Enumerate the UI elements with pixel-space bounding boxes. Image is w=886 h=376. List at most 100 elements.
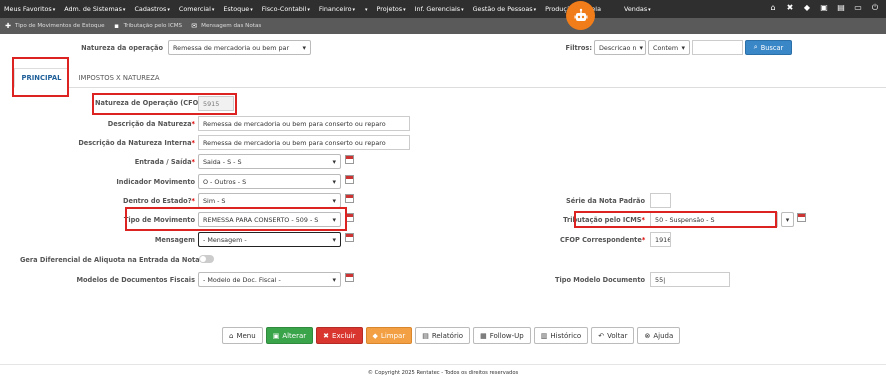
- power-icon[interactable]: ⏻: [870, 3, 880, 13]
- plus-icon: ✚: [5, 22, 11, 30]
- menu-projetos[interactable]: Projetos▾: [377, 5, 406, 13]
- menu-cadastros[interactable]: Cadastros▾: [134, 5, 169, 13]
- mensagem-select[interactable]: - Mensagem - ▾: [198, 232, 341, 247]
- tributacao-icms-dropdown[interactable]: ▾: [781, 212, 794, 227]
- main-menu: Meus Favoritos▾ Adm. de Sistemas▾ Cadast…: [0, 5, 660, 13]
- search-button[interactable]: ⌕ Buscar: [745, 40, 792, 55]
- back-arrow-icon: ↶: [598, 331, 605, 340]
- search-icon: ⌕: [753, 43, 758, 51]
- ajuda-button[interactable]: ⊗ Ajuda: [637, 327, 681, 344]
- chevron-down-icon: ▾: [681, 43, 685, 52]
- natureza-operacao-label: Natureza da operação: [81, 44, 163, 52]
- diferencial-aliquota-toggle[interactable]: [199, 255, 214, 263]
- descricao-natureza-input[interactable]: Remessa de mercadoria ou bem para conser…: [198, 116, 410, 131]
- natureza-operacao-select[interactable]: Remessa de mercadoria ou bem par ▾: [168, 40, 311, 55]
- chevron-down-icon: ▾: [332, 196, 336, 205]
- followup-button[interactable]: ▦ Follow-Up: [473, 327, 531, 344]
- action-bar: ⌂ Menu ▣ Alterar ✖ Excluir ◆ Limpar ▤ Relatór…: [222, 327, 681, 344]
- descricao-natureza-label: Descrição da Natureza*: [107, 120, 195, 128]
- chevron-down-icon: ▾: [332, 275, 336, 284]
- voltar-button[interactable]: ↶ Voltar: [591, 327, 635, 344]
- descricao-interna-label: Descrição da Natureza Interna*: [78, 139, 195, 147]
- menu-adm-sistemas[interactable]: Adm. de Sistemas▾: [64, 5, 125, 13]
- save-icon: ▣: [272, 331, 280, 340]
- shortcut-tributacao-icms[interactable]: ▪ Tributação pelo ICMS: [113, 22, 182, 30]
- serie-nota-input[interactable]: [650, 193, 671, 208]
- modelos-documentos-select[interactable]: - Modelo de Doc. Fiscal - ▾: [198, 272, 341, 287]
- menu-extra[interactable]: ▾: [364, 5, 368, 13]
- serie-nota-label: Série da Nota Padrão: [566, 197, 645, 205]
- panel-icon[interactable]: ▤: [836, 3, 846, 13]
- chevron-down-icon: ▾: [639, 43, 644, 52]
- highlight-tab-principal: [12, 57, 69, 97]
- alterar-button[interactable]: ▣ Alterar: [265, 327, 314, 344]
- limpar-button[interactable]: ◆ Limpar: [365, 327, 413, 344]
- filter-text-input[interactable]: [692, 40, 743, 55]
- assistant-robot-button[interactable]: [566, 1, 595, 30]
- card-icon[interactable]: ▭: [853, 3, 863, 13]
- tab-impostos-natureza[interactable]: IMPOSTOS X NATUREZA: [74, 68, 164, 88]
- shortcut-mensagem-notas[interactable]: ✉ Mensagem das Notas: [190, 22, 261, 30]
- diferencial-aliquota-label: Gera Diferencial de Aliquota na Entrada …: [20, 256, 204, 264]
- highlight-tributacao-icms: [574, 211, 777, 228]
- home-icon[interactable]: ⌂: [768, 3, 778, 13]
- chevron-down-icon: ▾: [302, 43, 306, 52]
- help-icon: ⊗: [644, 331, 651, 340]
- eraser-icon: ◆: [372, 331, 378, 340]
- chevron-down-icon: ▾: [332, 157, 336, 166]
- report-icon: ▤: [422, 331, 429, 340]
- filter-operator-select[interactable]: Contem ▾: [648, 40, 690, 55]
- footer-copyright: © Copyright 2025 Rentatec - Todos os dir…: [367, 370, 519, 376]
- calendar-icon[interactable]: [345, 273, 354, 282]
- menu-comercial[interactable]: Comercial▾: [179, 5, 215, 13]
- chevron-down-icon: ▾: [785, 215, 790, 224]
- entrada-saida-select[interactable]: Saida - S - S ▾: [198, 154, 341, 169]
- tab-bar: PRINCIPAL IMPOSTOS X NATUREZA: [14, 68, 886, 88]
- menu-fisco-contabil[interactable]: Fisco-Contabil▾: [262, 5, 310, 13]
- highlight-tipo-movimento: [125, 207, 347, 231]
- link-icon: ▪: [114, 22, 119, 30]
- calendar-icon[interactable]: [345, 194, 354, 203]
- calendar-icon[interactable]: [345, 175, 354, 184]
- filtros-label: Filtros:: [565, 44, 592, 52]
- window-icon[interactable]: ▣: [819, 3, 829, 13]
- calendar-icon[interactable]: [345, 155, 354, 164]
- indicador-movimento-select[interactable]: O - Outros - S ▾: [198, 174, 341, 189]
- chevron-down-icon: ▾: [332, 177, 336, 186]
- robot-icon: [574, 8, 587, 21]
- indicador-movimento-label: Indicador Movimento: [116, 178, 195, 186]
- descricao-interna-input[interactable]: Remessa de mercadoria ou bem para conser…: [198, 135, 410, 150]
- filter-field-select[interactable]: Descricao n ▾: [594, 40, 646, 55]
- menu-button[interactable]: ⌂ Menu: [222, 327, 263, 344]
- calendar-icon[interactable]: [345, 233, 354, 242]
- mensagem-label: Mensagem: [154, 236, 195, 244]
- footer-divider: [0, 364, 886, 365]
- menu-vendas[interactable]: Vendas▾: [624, 5, 651, 13]
- highlight-cfop: [92, 93, 237, 115]
- cfop-correspondente-input[interactable]: 1916: [650, 232, 671, 247]
- top-icons: ⌂ ✖ ◆ ▣ ▤ ▭ ⏻: [768, 3, 880, 13]
- cfop-correspondente-label: CFOP Correspondente*: [560, 236, 646, 244]
- menu-inf-gerenciais[interactable]: Inf. Gerenciais▾: [415, 5, 464, 13]
- close-icon: ✖: [323, 331, 330, 340]
- menu-estoque[interactable]: Estoque▾: [223, 5, 252, 13]
- historico-button[interactable]: ▥ Histórico: [533, 327, 589, 344]
- followup-icon: ▦: [480, 331, 487, 340]
- message-icon: ✉: [191, 22, 198, 30]
- dentro-estado-select[interactable]: Sim - S ▾: [198, 193, 341, 208]
- tipo-modelo-input[interactable]: 55|: [650, 272, 730, 287]
- home-icon: ⌂: [229, 331, 234, 340]
- relatorio-button[interactable]: ▤ Relatório: [415, 327, 471, 344]
- shortcut-bar: ✚ Tipo de Movimentos de Estoque ▪ Tributaç…: [0, 18, 886, 34]
- tipo-modelo-label: Tipo Modelo Documento: [555, 276, 645, 284]
- excluir-button[interactable]: ✖ Excluir: [316, 327, 363, 344]
- chevron-down-icon: ▾: [332, 235, 336, 244]
- menu-meus-favoritos[interactable]: Meus Favoritos▾: [4, 5, 55, 13]
- calendar-icon[interactable]: [797, 213, 806, 222]
- shortcut-tipo-movimentos[interactable]: ✚ Tipo de Movimentos de Estoque: [4, 22, 105, 30]
- menu-gestao-pessoas[interactable]: Gestão de Pessoas▾: [473, 5, 536, 13]
- top-menu-bar: Meus Favoritos▾ Adm. de Sistemas▾ Cadast…: [0, 0, 886, 18]
- menu-financeiro[interactable]: Financeiro▾: [319, 5, 355, 13]
- close-icon[interactable]: ✖: [785, 3, 795, 13]
- eraser-icon[interactable]: ◆: [802, 3, 812, 13]
